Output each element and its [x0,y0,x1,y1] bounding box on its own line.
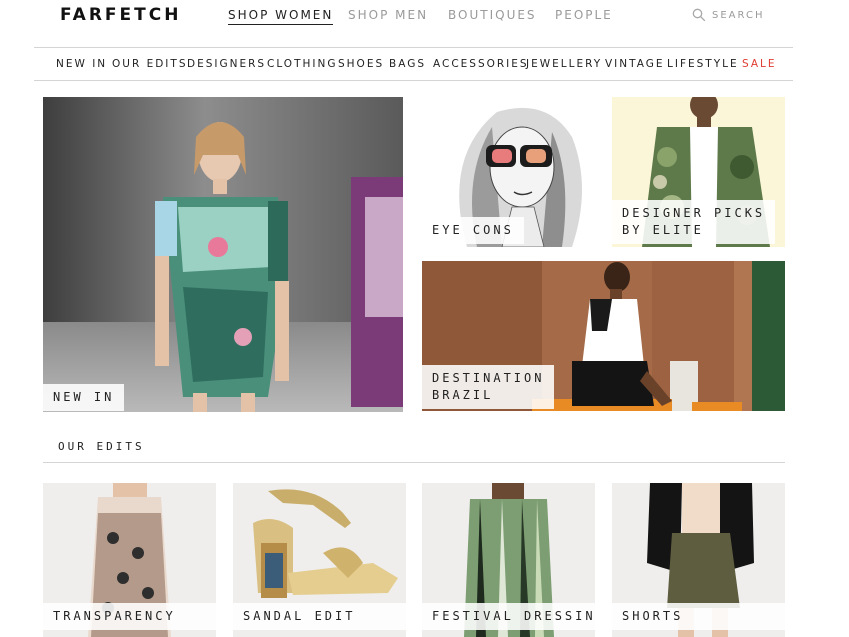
farfetch-logo[interactable]: FARFETCH [60,5,181,25]
edit-sandal-tile[interactable]: SANDAL EDIT [233,483,406,637]
category-jewellery[interactable]: JEWELLERY [526,58,602,70]
feature-label: EYE CONS [422,217,524,244]
category-lifestyle[interactable]: LIFESTYLE [667,58,739,70]
divider [34,80,793,81]
feature-designer-picks-tile[interactable]: DESIGNER PICKS BY ELITE [612,97,785,247]
category-accessories[interactable]: ACCESSORIES [433,58,529,70]
feature-label: DESTINATION BRAZIL [422,365,555,409]
nav-people[interactable]: PEOPLE [555,8,613,22]
feature-label-line: DESTINATION [432,371,545,385]
feature-label: NEW IN [43,384,125,411]
edit-festival-tile[interactable]: FESTIVAL DRESSING [422,483,595,637]
category-shoes[interactable]: SHOES [338,58,384,70]
nav-boutiques[interactable]: BOUTIQUES [448,8,537,22]
edit-label: TRANSPARENCY [43,603,216,630]
runway-model-image [43,97,403,412]
category-nav: NEW IN OUR EDITS DESIGNERS CLOTHING SHOE… [34,48,793,80]
feature-new-in-tile[interactable]: NEW IN [43,97,403,412]
feature-eye-cons-tile[interactable]: EYE CONS [422,97,595,247]
edit-label: FESTIVAL DRESSING [422,603,595,630]
category-designers[interactable]: DESIGNERS [187,58,266,70]
category-our-edits[interactable]: OUR EDITS [112,58,187,70]
divider [43,462,785,463]
edit-transparency-tile[interactable]: TRANSPARENCY [43,483,216,637]
edit-label: SANDAL EDIT [233,603,406,630]
nav-shop-men[interactable]: SHOP MEN [348,8,428,22]
our-edits-heading: OUR EDITS [58,440,145,453]
search-label: SEARCH [712,9,765,21]
nav-shop-women[interactable]: SHOP WOMEN [228,8,334,25]
category-vintage[interactable]: VINTAGE [605,58,665,70]
category-sale[interactable]: SALE [742,58,777,70]
category-new-in[interactable]: NEW IN [56,58,107,70]
search-icon [692,8,706,22]
edit-label: SHORTS [612,603,785,630]
feature-destination-brazil-tile[interactable]: DESTINATION BRAZIL [422,261,785,411]
feature-label-line: DESIGNER PICKS [622,206,766,220]
feature-label-line: BY ELITE [622,223,704,237]
search-box[interactable]: SEARCH [692,8,764,22]
category-clothing[interactable]: CLOTHING [267,58,337,70]
category-bags[interactable]: BAGS [389,58,426,70]
edit-shorts-tile[interactable]: SHORTS [612,483,785,637]
feature-label: DESIGNER PICKS BY ELITE [612,200,776,244]
feature-label-line: BRAZIL [432,388,494,402]
